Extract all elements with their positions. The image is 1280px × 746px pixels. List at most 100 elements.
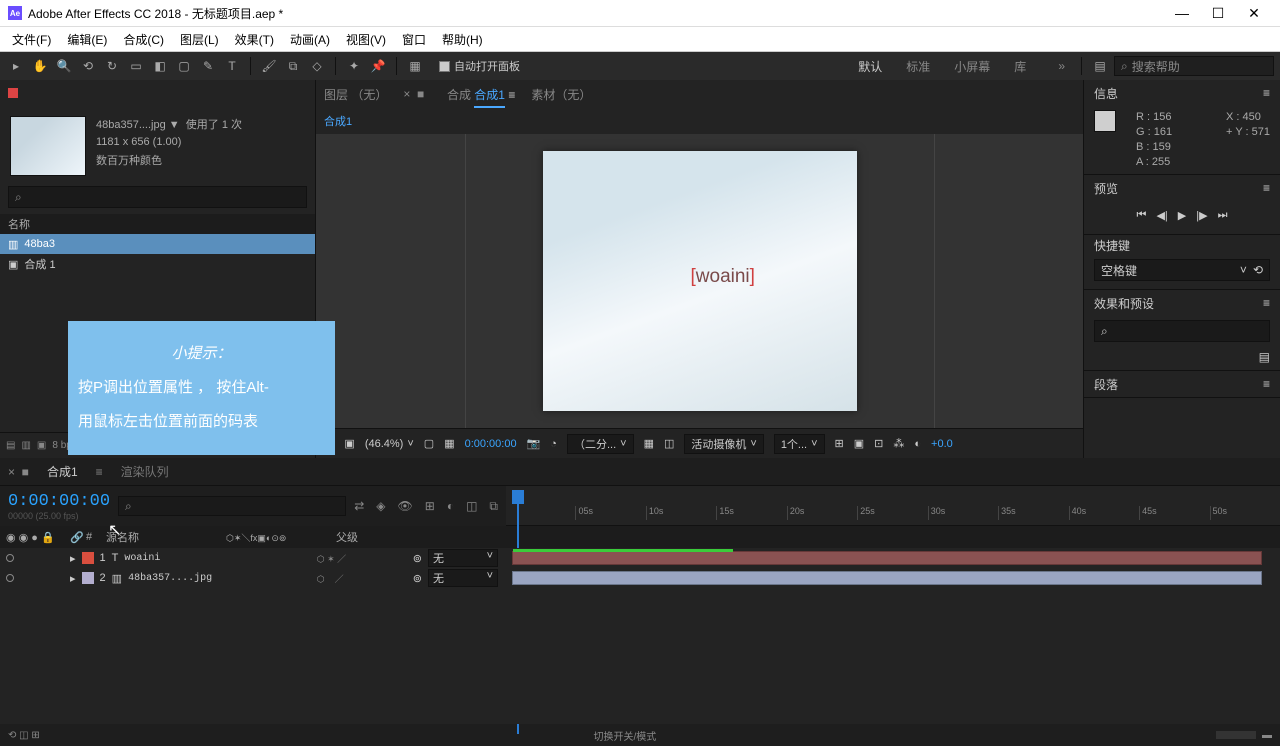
layer-row[interactable]: ▸ 1 T woaini ⬡ ✶ ／ ⊚ 无˅ (0, 548, 1280, 568)
timeline-ruler[interactable]: 05s 10s 15s 20s 25s 30s 35s 40s 45s 50s (506, 486, 1280, 526)
puppet-tool[interactable]: 📌 (368, 56, 388, 76)
snap-icon[interactable]: ⧉ (489, 499, 498, 514)
zoom-tool[interactable]: 🔍 (54, 56, 74, 76)
pan-behind-tool[interactable]: ◧ (150, 56, 170, 76)
tab-comp-label[interactable]: 合成 (447, 88, 471, 102)
stamp-tool[interactable]: ⧉ (283, 56, 303, 76)
zoom-out-icon[interactable]: ▬ (1262, 730, 1272, 741)
color-mgmt-icon[interactable]: ◔ (550, 438, 557, 450)
camera-tool[interactable]: ▭ (126, 56, 146, 76)
breadcrumb-comp[interactable]: 合成1 (324, 113, 352, 129)
brush-tool[interactable]: 🖌 (259, 56, 279, 76)
visibility-toggle[interactable] (6, 574, 14, 582)
eraser-tool[interactable]: ◇ (307, 56, 327, 76)
parent-dropdown[interactable]: 无˅ (428, 569, 498, 587)
workspace-default[interactable]: 默认 (858, 58, 882, 75)
res-icon[interactable]: ▢ (424, 437, 434, 450)
misc-icon[interactable]: ▣ (854, 437, 864, 450)
workspace-more-icon[interactable]: » (1058, 59, 1065, 73)
camera-dropdown[interactable]: 活动摄像机 ˅ (684, 434, 763, 454)
zoom-slider[interactable] (1216, 731, 1256, 739)
prev-frame-button[interactable]: ◀| (1156, 209, 1167, 222)
hand-tool[interactable]: ✋ (30, 56, 50, 76)
effects-search[interactable]: ⌕ (1094, 320, 1270, 342)
layer-name[interactable]: 48ba357....jpg (128, 573, 311, 584)
graph-icon[interactable]: ◫ (466, 499, 477, 514)
menu-animation[interactable]: 动画(A) (282, 31, 338, 48)
project-thumbnail[interactable] (10, 116, 86, 176)
play-button[interactable]: ▶ (1178, 209, 1186, 222)
workspace-small[interactable]: 小屏幕 (954, 58, 990, 75)
selection-tool[interactable]: ▸ (6, 56, 26, 76)
frame-blend-icon[interactable]: ⊞ (425, 499, 435, 514)
twirl-icon[interactable]: ▸ (70, 552, 76, 565)
parent-dropdown[interactable]: 无˅ (428, 549, 498, 567)
toggle-switches-modes[interactable]: 切换开关/模式 (594, 728, 657, 743)
twirl-icon[interactable]: ▸ (70, 572, 76, 585)
tab-layer[interactable]: 图层 （无） (324, 86, 387, 103)
timeline-tab-render[interactable]: 渲染队列 (121, 463, 169, 480)
comp-button-icon[interactable]: ▣ (344, 437, 354, 450)
roto-tool[interactable]: ✦ (344, 56, 364, 76)
shape-tool[interactable]: ▢ (174, 56, 194, 76)
grid-icon[interactable]: ▦ (444, 437, 454, 450)
menu-edit[interactable]: 编辑(E) (59, 31, 115, 48)
menu-window[interactable]: 窗口 (394, 31, 434, 48)
panel-menu-icon[interactable]: ≡ (1263, 181, 1270, 195)
interpret-icon[interactable]: ▤ (6, 440, 15, 451)
misc-icon[interactable]: ⊡ (874, 437, 883, 450)
effects-header[interactable]: 效果和预设 (1094, 295, 1154, 312)
panel-menu-icon[interactable]: ≡ (1263, 86, 1270, 100)
col-parent[interactable]: 父级 (336, 529, 416, 545)
menu-view[interactable]: 视图(V) (338, 31, 394, 48)
preview-header[interactable]: 预览 (1094, 180, 1118, 197)
parent-pick-icon[interactable]: ⊚ (413, 572, 422, 585)
project-row[interactable]: ▥ 48ba3 (0, 234, 315, 254)
layer-duration-bar[interactable] (512, 571, 1262, 585)
paragraph-header[interactable]: 段落 (1094, 376, 1118, 393)
last-frame-button[interactable]: ⏭ (1218, 209, 1228, 222)
panel-menu-icon[interactable]: ≡ (1263, 377, 1270, 391)
motion-blur-icon[interactable]: ◐ (447, 499, 454, 514)
playhead[interactable] (512, 490, 524, 504)
layer-color-swatch[interactable] (82, 552, 94, 564)
col-name[interactable]: 名称 (8, 216, 30, 232)
toggle-icon[interactable]: ⊞ (31, 730, 39, 741)
menu-file[interactable]: 文件(F) (4, 31, 59, 48)
close-button[interactable]: ✕ (1236, 0, 1272, 27)
timeline-search[interactable]: ⌕ (118, 496, 346, 516)
menu-layer[interactable]: 图层(L) (172, 31, 227, 48)
mask-icon[interactable]: ◫ (664, 437, 674, 450)
viewer-timecode[interactable]: 0:00:00:00 (465, 438, 517, 450)
transparency-icon[interactable]: ▦ (644, 437, 654, 450)
resolution-dropdown[interactable]: （二分... ˅ (567, 434, 634, 454)
snapshot-icon[interactable]: 📷 (527, 437, 541, 450)
menu-help[interactable]: 帮助(H) (434, 31, 491, 48)
toggle-icon[interactable]: ⟲ (8, 730, 16, 741)
rotate-tool[interactable]: ↻ (102, 56, 122, 76)
composition-canvas[interactable]: [woaini] (543, 151, 857, 411)
snap-toggle[interactable]: ▦ (405, 56, 425, 76)
comp-flow-icon[interactable]: ⇄ (354, 499, 364, 514)
panel-menu-icon[interactable]: ≡ (1263, 296, 1270, 310)
first-frame-button[interactable]: ⏮ (1137, 209, 1147, 222)
exposure-icon[interactable]: ◐ (914, 438, 921, 450)
tab-comp-name[interactable]: 合成1 (474, 88, 505, 108)
project-search[interactable]: ⌕ (8, 186, 307, 208)
new-comp-icon[interactable]: ▣ (37, 440, 46, 451)
misc-icon[interactable]: ⊞ (835, 437, 844, 450)
menu-effect[interactable]: 效果(T) (227, 31, 282, 48)
composition-viewer[interactable]: [woaini] (316, 134, 1083, 428)
col-source-name[interactable]: 源名称 (106, 529, 226, 545)
help-search[interactable]: ⌕ 搜索帮助 (1114, 56, 1274, 76)
pixel-aspect-icon[interactable]: ⁂ (893, 437, 904, 450)
project-row[interactable]: ▣ 合成 1 (0, 254, 315, 274)
auto-open-panel-check[interactable]: 自动打开面板 (439, 58, 520, 74)
shy-icon[interactable]: 👁 (398, 499, 413, 514)
zoom-dropdown[interactable]: (46.4%) ˅ (365, 438, 414, 450)
minimize-button[interactable]: — (1164, 0, 1200, 27)
workspace-library[interactable]: 库 (1014, 58, 1026, 75)
text-layer-display[interactable]: [woaini] (691, 266, 755, 288)
new-folder-icon[interactable]: ▥ (21, 440, 30, 451)
maximize-button[interactable]: ☐ (1200, 0, 1236, 27)
